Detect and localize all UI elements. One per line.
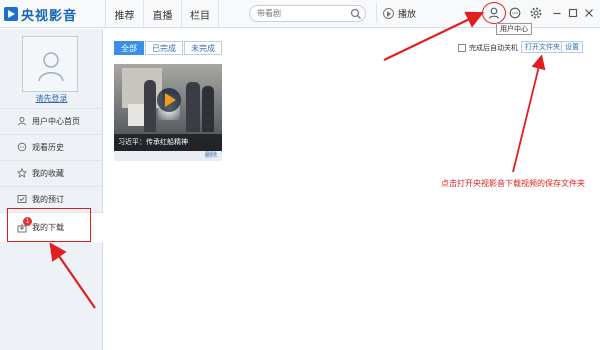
logo-play-icon [4,7,18,21]
settings-button[interactable]: 设置 [561,41,583,53]
nav-live[interactable]: 直播 [143,0,181,28]
card-footer: 删除 [114,151,222,161]
message-icon[interactable] [507,5,523,21]
search-input[interactable] [257,8,345,19]
play-button[interactable]: 播放 [376,3,420,23]
auto-shutdown-checkbox[interactable] [458,44,466,52]
star-icon [17,168,27,178]
login-link[interactable]: 请先登录 [0,93,103,104]
search-icon[interactable] [350,8,362,20]
user-center-tooltip: 用户中心 [496,23,532,35]
nav-columns[interactable]: 栏目 [181,0,219,28]
maximize-icon[interactable] [565,5,581,21]
tab-completed[interactable]: 已完成 [145,41,183,55]
tab-all[interactable]: 全部 [114,41,144,55]
gear-icon[interactable] [528,5,544,21]
close-icon[interactable] [581,5,597,21]
sidebar-item-history[interactable]: 观看历史 [0,134,103,159]
download-item-card[interactable]: 习近平：传承红船精神 删除 [114,64,222,161]
minimize-icon[interactable] [549,5,565,21]
history-icon [17,142,27,152]
sidebar-item-label: 我的预订 [32,194,64,204]
nav-recommend[interactable]: 推荐 [105,0,143,28]
arrow-to-open-folder [512,54,546,173]
play-overlay-icon[interactable] [157,88,181,112]
auto-shutdown-label: 完成后自动关机 [469,44,518,52]
user-icon [17,116,27,126]
sidebar-item-user-home[interactable]: 用户中心首页 [0,108,103,133]
play-label: 播放 [398,9,417,20]
avatar[interactable] [22,36,78,92]
sidebar-item-label: 用户中心首页 [32,116,80,126]
annotation-circle [482,2,506,24]
auto-shutdown-option: 完成后自动关机 [458,43,518,53]
play-icon [383,7,394,19]
video-title: 习近平：传承红船精神 [118,138,188,146]
reserve-icon [17,194,27,204]
filter-tabs: 全部 已完成 未完成 [114,41,223,56]
video-thumbnail[interactable]: 习近平：传承红船精神 [114,64,222,151]
annotation-hint: 点击打开央视影音下载视频的保存文件夹 [441,179,585,188]
logo-text: 央视影音 [21,8,78,24]
open-folder-button[interactable]: 打开文件夹 [521,41,564,53]
app-logo[interactable]: 央视影音 [4,4,77,24]
sidebar: 请先登录 用户中心首页 观看历史 我的收藏 我的预订 1 我的下载 [0,29,104,350]
search-box [249,5,366,22]
tab-incomplete[interactable]: 未完成 [184,41,222,55]
sidebar-item-favorites[interactable]: 我的收藏 [0,160,103,185]
avatar-icon [38,52,64,82]
sidebar-item-label: 观看历史 [32,142,64,152]
sidebar-item-label: 我的收藏 [32,168,64,178]
delete-link[interactable]: 删除 [205,151,217,161]
annotation-box [7,208,91,242]
